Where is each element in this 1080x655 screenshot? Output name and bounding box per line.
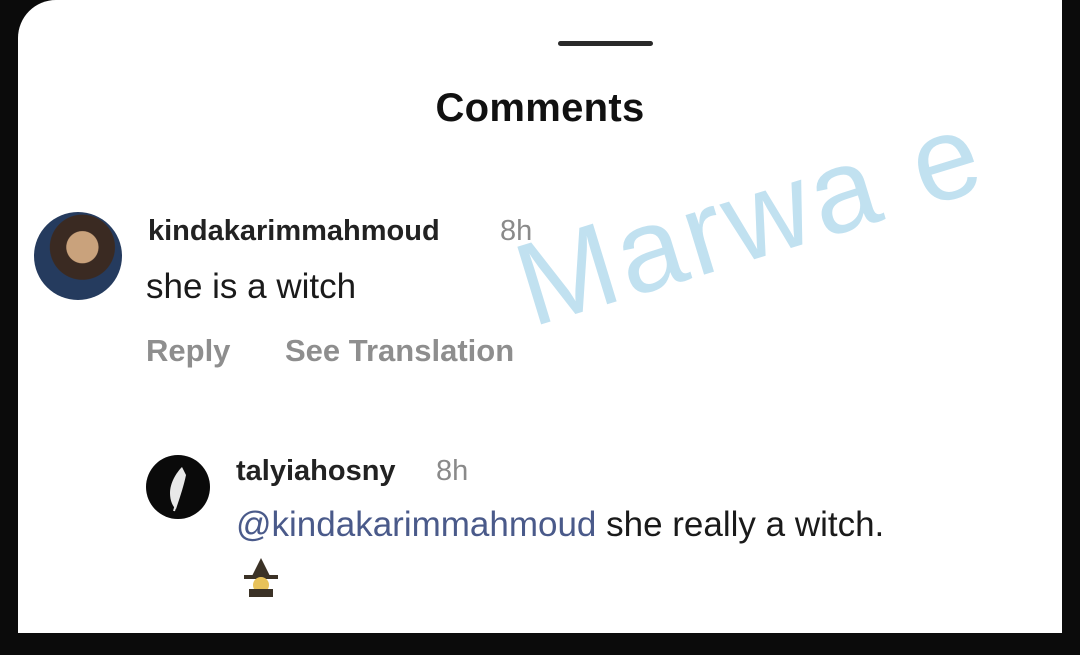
comments-sheet: Comments Marwa e kindakarimmahmoud 8h sh… [18, 0, 1062, 633]
reply-button[interactable]: Reply [236, 617, 320, 633]
comment-body: she really a witch. [596, 505, 885, 544]
see-translation-button[interactable]: See Translation [285, 333, 514, 369]
witch-emoji-icon [244, 558, 278, 597]
avatar[interactable] [146, 455, 210, 519]
avatar[interactable] [34, 212, 122, 300]
reply-button[interactable]: Reply [146, 333, 230, 369]
feather-icon [170, 467, 186, 512]
comment-time: 8h [436, 455, 469, 487]
comment-time: 8h [500, 215, 533, 247]
drag-handle[interactable] [558, 41, 653, 46]
comment-username[interactable]: kindakarimmahmoud [148, 215, 440, 248]
comment-text: @kindakarimmahmoud she really a witch. [236, 505, 884, 545]
comment-text: she is a witch [146, 267, 357, 306]
see-translation-button[interactable]: See Translation [375, 617, 604, 633]
comment-username[interactable]: talyiahosny [236, 455, 396, 488]
mention-link[interactable]: @kindakarimmahmoud [236, 505, 596, 544]
